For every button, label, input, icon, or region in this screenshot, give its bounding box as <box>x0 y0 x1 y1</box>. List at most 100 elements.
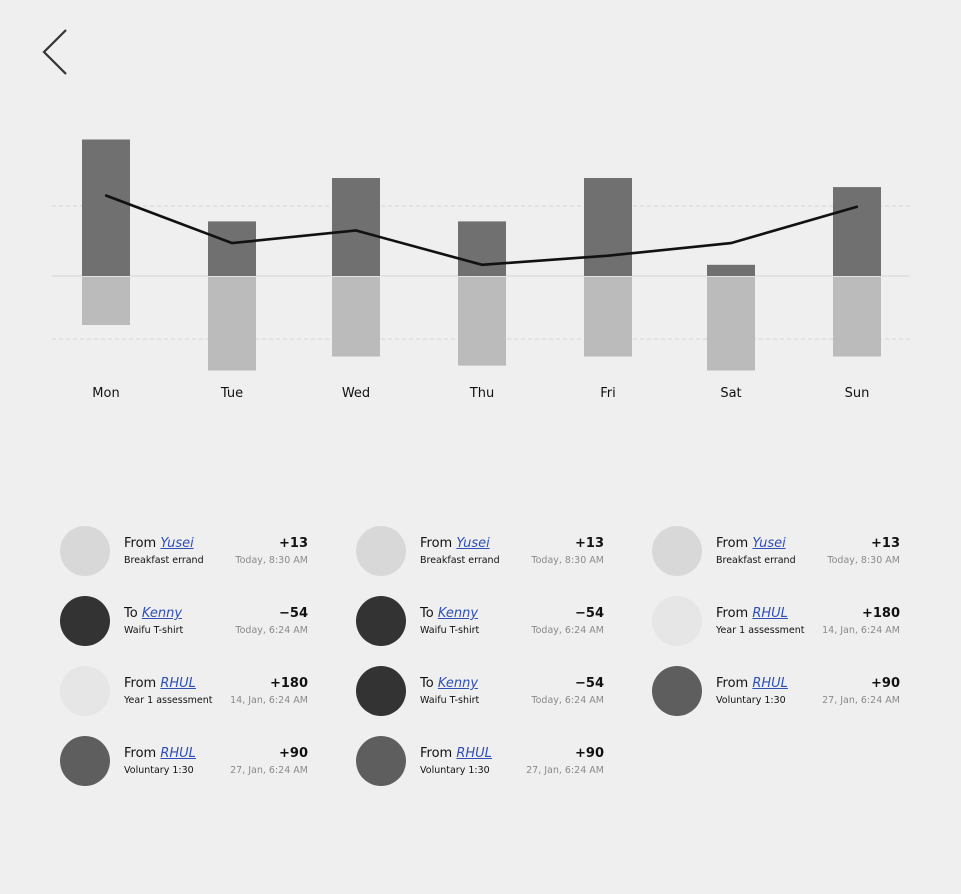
bar-negative-sat <box>707 277 755 371</box>
trend-point-tue <box>230 241 234 245</box>
transaction-description: Voluntary 1:30 <box>716 695 786 706</box>
transaction-amount: +90 <box>279 746 308 761</box>
x-tick-label-fri: Fri <box>600 386 616 401</box>
avatar <box>652 526 702 576</box>
transaction-time: 27, Jan, 6:24 AM <box>822 695 900 706</box>
counterparty-link[interactable]: RHUL <box>160 676 196 691</box>
transaction-description: Voluntary 1:30 <box>124 765 194 776</box>
transaction-item[interactable]: From RHUL Voluntary 1:30 +90 27, Jan, 6:24 … <box>60 736 308 788</box>
counterparty-link[interactable]: RHUL <box>752 676 788 691</box>
transaction-item[interactable]: From Yusei Breakfast errand +13 Today, 8:30… <box>356 526 604 578</box>
bar-positive-mon <box>82 139 130 276</box>
bar-positive-tue <box>208 221 256 276</box>
x-tick-label-wed: Wed <box>342 386 370 401</box>
transaction-description: Waifu T-shirt <box>124 625 184 636</box>
x-tick-label-mon: Mon <box>92 386 119 401</box>
x-tick-label-thu: Thu <box>469 386 494 401</box>
transaction-item[interactable]: To Kenny Waifu T-shirt −54 Today, 6:24 AM <box>356 596 604 648</box>
transaction-description: Voluntary 1:30 <box>420 765 490 776</box>
avatar <box>60 526 110 576</box>
counterparty-link[interactable]: Kenny <box>438 676 478 691</box>
bar-negative-tue <box>208 277 256 371</box>
avatar <box>652 596 702 646</box>
transaction-description: Breakfast errand <box>716 555 796 566</box>
counterparty-link[interactable]: RHUL <box>752 606 788 621</box>
transaction-title: From RHUL <box>716 606 788 622</box>
transaction-time: 14, Jan, 6:24 AM <box>822 625 900 636</box>
avatar <box>652 666 702 716</box>
counterparty-link[interactable]: Yusei <box>456 536 489 551</box>
transaction-direction: From <box>124 536 157 551</box>
transaction-item[interactable]: From Yusei Breakfast errand +13 Today, 8:30… <box>652 526 900 578</box>
transaction-amount: −54 <box>279 606 308 621</box>
transaction-time: 27, Jan, 6:24 AM <box>230 765 308 776</box>
transaction-title: To Kenny <box>420 676 478 692</box>
transaction-time: Today, 8:30 AM <box>531 555 604 566</box>
bar-negative-fri <box>584 277 632 357</box>
trend-point-sun <box>855 205 859 208</box>
bar-negative-mon <box>82 277 130 325</box>
transaction-time: Today, 8:30 AM <box>827 555 900 566</box>
transaction-description: Year 1 assessment <box>124 695 213 706</box>
transaction-amount: +180 <box>861 606 900 621</box>
transaction-title: From RHUL <box>716 676 788 692</box>
transaction-amount: −54 <box>575 606 604 621</box>
trend-point-wed <box>354 229 358 232</box>
transaction-amount: +90 <box>575 746 604 761</box>
transaction-title: From Yusei <box>124 536 194 552</box>
transaction-title: From RHUL <box>420 746 492 762</box>
x-tick-label-sun: Sun <box>845 386 870 401</box>
bar-negative-thu <box>458 277 506 366</box>
transaction-item[interactable]: From Yusei Breakfast errand +13 Today, 8:30… <box>60 526 308 578</box>
counterparty-link[interactable]: Kenny <box>438 606 478 621</box>
transaction-item[interactable]: To Kenny Waifu T-shirt −54 Today, 6:24 AM <box>60 596 308 648</box>
transaction-description: Waifu T-shirt <box>420 695 480 706</box>
trend-point-mon <box>104 194 108 197</box>
transaction-time: Today, 6:24 AM <box>235 625 308 636</box>
transaction-title: To Kenny <box>420 606 478 622</box>
counterparty-link[interactable]: Yusei <box>160 536 193 551</box>
transaction-direction: From <box>124 676 157 691</box>
trend-point-thu <box>480 263 484 266</box>
transaction-item[interactable]: To Kenny Waifu T-shirt −54 Today, 6:24 AM <box>356 666 604 718</box>
transaction-description: Year 1 assessment <box>716 625 805 636</box>
avatar <box>356 736 406 786</box>
trend-point-sat <box>729 241 733 245</box>
x-tick-label-sat: Sat <box>720 386 741 401</box>
transaction-amount: +13 <box>575 536 604 551</box>
counterparty-link[interactable]: Yusei <box>752 536 785 551</box>
weekly-chart: Mon Tue Wed Thu Fri Sat Sun <box>0 0 961 420</box>
counterparty-link[interactable]: RHUL <box>160 746 196 761</box>
transaction-item[interactable]: From RHUL Voluntary 1:30 +90 27, Jan, 6:24 … <box>652 666 900 718</box>
bar-positive-sun <box>833 187 881 276</box>
transaction-title: To Kenny <box>124 606 182 622</box>
avatar <box>356 526 406 576</box>
bar-negative-sun <box>833 277 881 357</box>
transaction-amount: −54 <box>575 676 604 691</box>
transaction-direction: From <box>716 606 749 621</box>
transaction-description: Breakfast errand <box>124 555 204 566</box>
transaction-amount: +13 <box>871 536 900 551</box>
transaction-amount: +180 <box>269 676 308 691</box>
bar-positive-fri <box>584 178 632 276</box>
transaction-time: Today, 6:24 AM <box>531 695 604 706</box>
transaction-direction: From <box>124 746 157 761</box>
counterparty-link[interactable]: RHUL <box>456 746 492 761</box>
bar-negative-wed <box>332 277 380 357</box>
chart-svg: Mon Tue Wed Thu Fri Sat Sun <box>52 139 910 401</box>
bar-positive-thu <box>458 221 506 276</box>
transaction-time: 27, Jan, 6:24 AM <box>526 765 604 776</box>
transaction-description: Waifu T-shirt <box>420 625 480 636</box>
transaction-item[interactable]: From RHUL Year 1 assessment +180 14, Jan, 6… <box>60 666 308 718</box>
avatar <box>60 596 110 646</box>
transaction-time: Today, 8:30 AM <box>235 555 308 566</box>
transaction-time: Today, 6:24 AM <box>531 625 604 636</box>
counterparty-link[interactable]: Kenny <box>142 606 182 621</box>
transaction-direction: From <box>716 536 749 551</box>
transaction-item[interactable]: From RHUL Year 1 assessment +180 14, Jan, 6… <box>652 596 900 648</box>
transaction-direction: To <box>420 676 434 691</box>
transaction-title: From RHUL <box>124 746 196 762</box>
transaction-description: Breakfast errand <box>420 555 500 566</box>
transaction-amount: +13 <box>279 536 308 551</box>
transaction-item[interactable]: From RHUL Voluntary 1:30 +90 27, Jan, 6:24 … <box>356 736 604 788</box>
